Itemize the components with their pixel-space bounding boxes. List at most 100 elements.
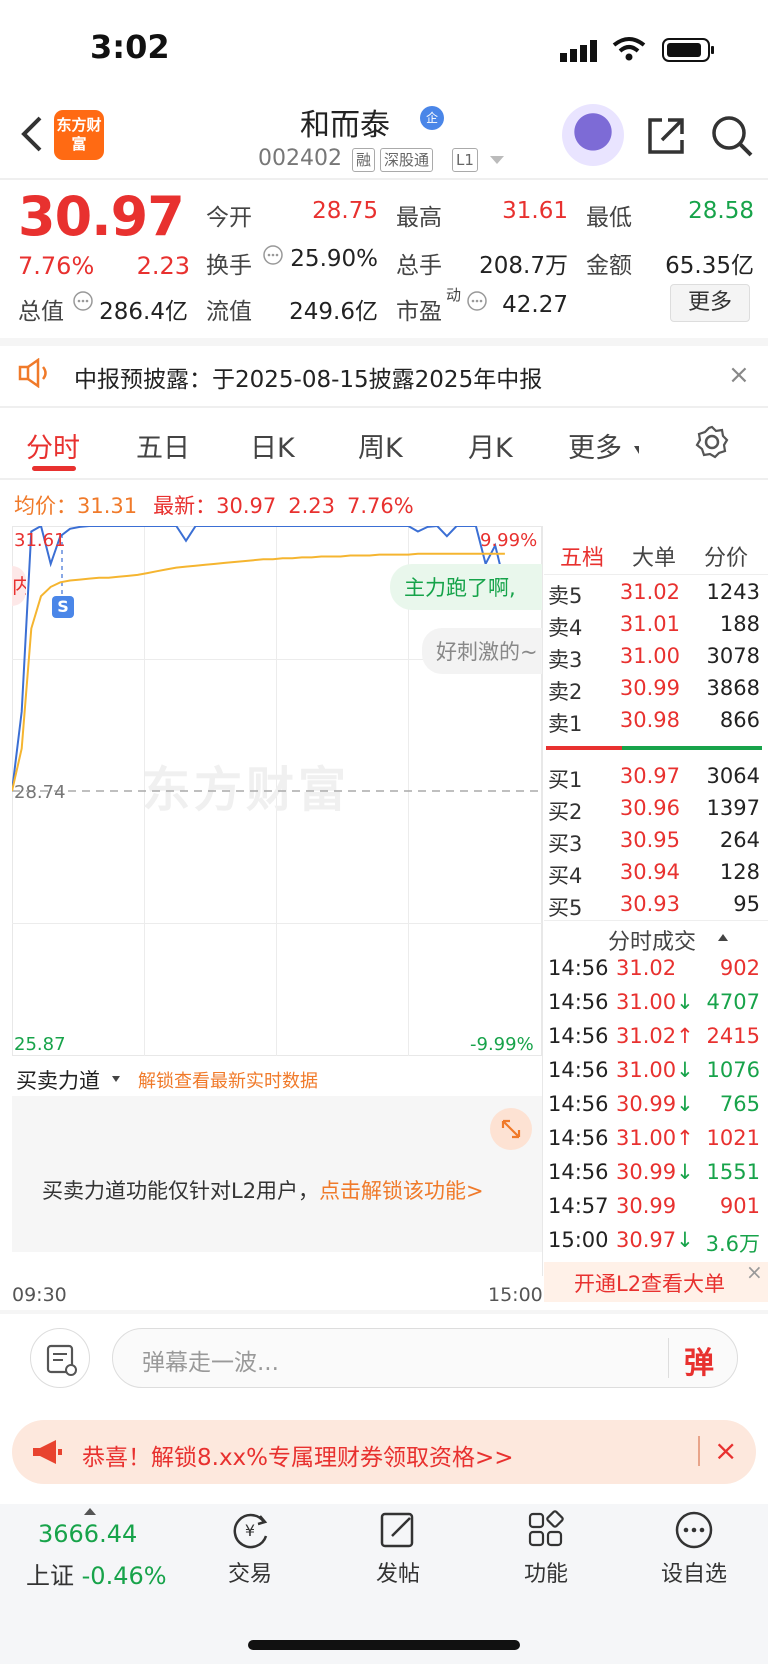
more-dots-icon bbox=[675, 1511, 713, 1549]
latest-price-label: 最新： bbox=[153, 494, 217, 518]
search-icon[interactable] bbox=[710, 114, 754, 158]
stat-label: 最低 bbox=[586, 205, 632, 231]
settings-gear-icon[interactable] bbox=[694, 424, 730, 464]
stat-volume: 208.7万 bbox=[479, 253, 568, 279]
tab-price-split[interactable]: 分价 bbox=[704, 540, 748, 572]
tab-weekly-k[interactable]: 周K bbox=[358, 426, 403, 465]
status-time: 3:02 bbox=[90, 28, 170, 66]
trade-volume: 1076 bbox=[706, 1058, 760, 1082]
ask-price: 30.99 bbox=[619, 676, 680, 700]
wifi-icon bbox=[612, 36, 646, 66]
stock-name[interactable]: 和而泰 bbox=[300, 100, 390, 144]
expand-icon[interactable] bbox=[490, 1108, 532, 1150]
bid-price: 30.95 bbox=[619, 828, 680, 852]
trade-price: 31.02 bbox=[616, 956, 677, 980]
ask-price: 31.01 bbox=[619, 612, 680, 636]
axis-pct-high: 9.99% bbox=[480, 530, 538, 551]
trade-time: 14:56 bbox=[548, 1160, 609, 1184]
stock-code: 002402 bbox=[258, 146, 342, 171]
stat-label: 市盈 bbox=[396, 299, 442, 325]
axis-low: 25.87 bbox=[14, 1034, 66, 1055]
divider bbox=[544, 574, 768, 575]
trade-time: 14:56 bbox=[548, 1092, 609, 1116]
tab-monthly-k[interactable]: 月K bbox=[468, 426, 513, 465]
assistant-robot-icon[interactable] bbox=[562, 104, 624, 166]
trade-volume: 902 bbox=[719, 956, 760, 980]
bid-price: 30.96 bbox=[619, 796, 680, 820]
trades-title[interactable]: 分时成交 bbox=[608, 924, 696, 956]
stat-open: 28.75 bbox=[312, 198, 378, 224]
trade-price: 31.00↑ bbox=[616, 1126, 694, 1150]
bid-label: 买1 bbox=[548, 768, 583, 792]
bid-volume: 128 bbox=[719, 860, 760, 884]
unlock-feature-link[interactable]: 点击解锁该功能> bbox=[319, 1179, 484, 1203]
stat-label: 金额 bbox=[586, 253, 632, 279]
nav-watchlist[interactable]: 设自选 bbox=[644, 1510, 744, 1588]
ask-label: 卖3 bbox=[548, 648, 583, 672]
stat-label: 最高 bbox=[396, 205, 442, 231]
danmu-settings-button[interactable] bbox=[30, 1328, 90, 1388]
l2-banner-text[interactable]: 开通L2查看大单 bbox=[574, 1268, 725, 1298]
danmu-bubble[interactable]: 主力跑了啊, bbox=[390, 564, 542, 610]
nav-functions[interactable]: 功能 bbox=[496, 1510, 596, 1588]
more-button[interactable]: 更多 bbox=[670, 284, 750, 322]
tab-five-day[interactable]: 五日 bbox=[136, 426, 190, 465]
stat-label: 总手 bbox=[396, 253, 442, 279]
nav-trade[interactable]: ¥ 交易 bbox=[200, 1510, 300, 1588]
trade-price: 30.99↓ bbox=[616, 1092, 694, 1116]
more-info-icon[interactable] bbox=[262, 244, 284, 270]
divider bbox=[544, 920, 768, 921]
chevron-down-icon[interactable] bbox=[490, 156, 504, 164]
bid-price: 30.94 bbox=[619, 860, 680, 884]
tag-connect: 深股通 bbox=[380, 148, 434, 172]
back-button[interactable] bbox=[18, 112, 46, 156]
close-icon[interactable]: × bbox=[728, 360, 750, 390]
avg-price-value: 31.31 bbox=[77, 494, 138, 518]
nav-post[interactable]: 发帖 bbox=[348, 1510, 448, 1588]
stat-pe: 42.27 bbox=[502, 292, 568, 318]
tab-more[interactable]: 更多 bbox=[568, 426, 622, 465]
tab-active-indicator bbox=[32, 466, 76, 471]
index-value[interactable]: 3666.44 bbox=[38, 1520, 137, 1548]
chevron-left-icon bbox=[21, 116, 42, 152]
tab-five-level[interactable]: 五档 bbox=[560, 540, 604, 572]
tab-daily-k[interactable]: 日K bbox=[250, 426, 295, 465]
close-icon[interactable]: × bbox=[714, 1434, 737, 1467]
unlock-link[interactable]: 解锁查看最新实时数据 bbox=[138, 1067, 318, 1093]
tab-big-order[interactable]: 大单 bbox=[632, 540, 676, 572]
stat-low: 28.58 bbox=[688, 198, 754, 224]
ask-label: 卖5 bbox=[548, 584, 583, 608]
battery-icon bbox=[662, 38, 716, 66]
axis-mid: 28.74 bbox=[14, 782, 66, 803]
stat-amount: 65.35亿 bbox=[665, 253, 754, 279]
ask-price: 31.00 bbox=[619, 644, 680, 668]
speaker-icon bbox=[18, 357, 54, 392]
strength-selector[interactable]: 买卖力道 bbox=[16, 1065, 100, 1095]
index-summary[interactable]: 上证 -0.46% bbox=[26, 1556, 167, 1591]
bid-price: 30.93 bbox=[619, 892, 680, 916]
notice-text[interactable]: 中报预披露：于2025-08-15披露2025年中报 bbox=[74, 360, 542, 394]
danmu-send-button[interactable]: 弹 bbox=[684, 1338, 714, 1382]
danmu-placeholder[interactable]: 弹幕走一波... bbox=[142, 1343, 279, 1377]
tag-margin: 融 bbox=[352, 148, 376, 172]
promo-text[interactable]: 恭喜！解锁8.xx%专属理财券领取资格>> bbox=[82, 1438, 514, 1472]
chevron-down-icon bbox=[112, 1076, 120, 1082]
danmu-bubble[interactable]: 好刺激的~ bbox=[422, 628, 542, 674]
time-end: 15:00 bbox=[488, 1284, 543, 1306]
tab-intraday[interactable]: 分时 bbox=[26, 426, 80, 465]
trade-price: 30.99↓ bbox=[616, 1160, 694, 1184]
trade-volume: 765 bbox=[719, 1092, 760, 1116]
trade-time: 14:56 bbox=[548, 1058, 609, 1082]
close-icon[interactable]: × bbox=[746, 1260, 763, 1284]
ask-label: 卖1 bbox=[548, 712, 583, 736]
sell-marker[interactable]: S bbox=[52, 596, 74, 618]
more-info-icon[interactable] bbox=[72, 290, 94, 316]
caret-up-icon bbox=[718, 934, 728, 941]
ask-volume: 3868 bbox=[706, 676, 760, 700]
danmu-list-icon bbox=[46, 1344, 77, 1376]
trade-price: 31.02↑ bbox=[616, 1024, 694, 1048]
nav-post-label: 发帖 bbox=[375, 1562, 420, 1587]
bid-label: 买5 bbox=[548, 896, 583, 920]
share-icon[interactable] bbox=[644, 114, 688, 158]
more-info-icon[interactable] bbox=[466, 290, 488, 316]
